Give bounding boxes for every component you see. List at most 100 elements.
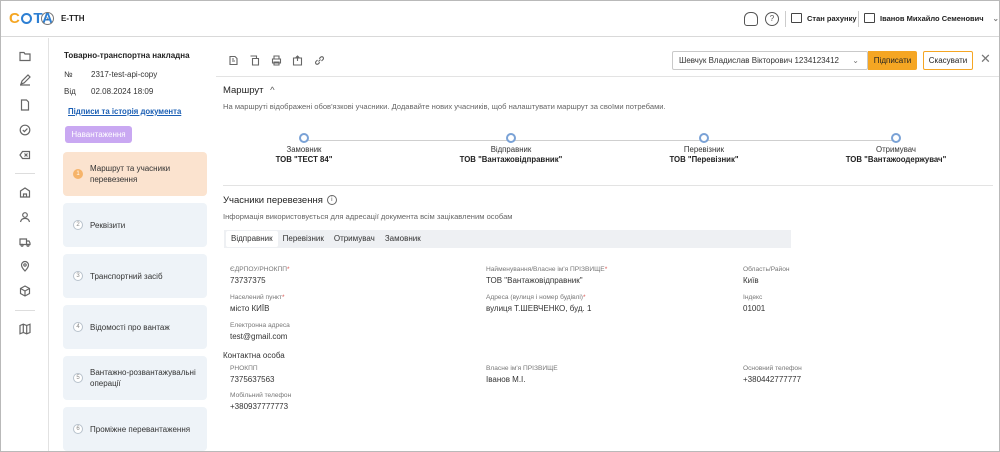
- signer-select[interactable]: Шевчук Владислав Вікторович 1234123412 ⌄: [672, 51, 868, 70]
- main-phone-label: Основний телефон: [743, 365, 802, 372]
- document-icon[interactable]: [19, 99, 31, 111]
- tab-sender[interactable]: Відправник: [226, 231, 278, 247]
- info-icon[interactable]: i: [326, 195, 337, 206]
- chevron-down-icon: ⌄: [992, 13, 999, 23]
- document-number: 2317-test-api-copy: [91, 70, 158, 79]
- account-balance-button[interactable]: Стан рахунку: [791, 13, 857, 23]
- location-pin-icon: [506, 133, 516, 143]
- route-section-header[interactable]: Маршрут ^: [223, 85, 275, 96]
- rnokpp-value: 7375637563: [230, 375, 275, 384]
- route-role: Отримувач: [876, 145, 916, 154]
- contact-name-label: Власне ім'я ПРІЗВИЩЕ: [486, 365, 558, 372]
- tab-carrier[interactable]: Перевізник: [278, 231, 329, 247]
- document-number-key: №: [64, 70, 73, 79]
- step-vehicle[interactable]: 3 Транспортний засіб: [63, 254, 207, 298]
- divider: [858, 11, 859, 27]
- divider: [15, 173, 35, 174]
- route-point-customer[interactable]: Замовник ТОВ "ТЕСТ 84": [224, 133, 384, 165]
- cancel-button[interactable]: Скасувати: [923, 51, 973, 70]
- step-cargo[interactable]: 4 Відомості про вантаж: [63, 305, 207, 349]
- tab-customer[interactable]: Замовник: [380, 231, 426, 247]
- edrpou-label: ЄДРПОУ/РНОКПП*: [230, 266, 290, 273]
- step-route[interactable]: 1 Маршрут та учасники перевезення: [63, 152, 207, 196]
- step-number: 5: [73, 373, 83, 383]
- truck-icon[interactable]: [19, 236, 31, 247]
- route-line: [304, 140, 896, 141]
- sign-button[interactable]: Підписати: [868, 51, 917, 70]
- route-org: ТОВ "ТЕСТ 84": [275, 155, 333, 164]
- export-icon[interactable]: [292, 55, 303, 66]
- index-value: 01001: [743, 304, 766, 313]
- route-point-carrier[interactable]: Перевізник ТОВ "Перевізник": [624, 133, 784, 165]
- map-icon[interactable]: [19, 323, 31, 335]
- app-window: С ТА › Е-ТТН ? Стан рахунку Іванов Михай…: [0, 0, 1000, 452]
- contact-person-title: Контактна особа: [223, 351, 285, 360]
- participants-title: Учасники перевезення: [223, 195, 323, 206]
- delete-tag-icon[interactable]: [19, 149, 31, 160]
- copy-icon[interactable]: [249, 55, 260, 66]
- monitor-icon: [791, 13, 802, 23]
- route-org: ТОВ "Вантажоодержувач": [845, 155, 947, 164]
- chevron-down-icon: ⌄: [852, 56, 859, 65]
- participants-section-header: Учасники перевезення i: [223, 195, 337, 206]
- user-card-icon: [864, 13, 875, 23]
- route-title: Маршрут: [223, 85, 264, 96]
- undo-icon[interactable]: [228, 55, 239, 66]
- route-point-sender[interactable]: Відправник ТОВ "Вантажовідправник": [431, 133, 591, 165]
- city-value: місто КИЇВ: [230, 304, 270, 313]
- step-number: 6: [73, 424, 83, 434]
- edit-icon[interactable]: [19, 74, 31, 86]
- top-bar: С ТА › Е-ТТН ? Стан рахунку Іванов Михай…: [1, 1, 999, 37]
- headset-icon[interactable]: [744, 12, 758, 26]
- question-icon[interactable]: ?: [765, 12, 779, 26]
- step-label: Маршрут та учасники перевезення: [90, 164, 171, 184]
- history-link[interactable]: Підписи та історія документа: [68, 107, 181, 116]
- route-point-receiver[interactable]: Отримувач ТОВ "Вантажоодержувач": [816, 133, 976, 165]
- folder-icon[interactable]: [19, 50, 31, 62]
- location-pin-icon[interactable]: [19, 260, 31, 272]
- address-label: Адреса (вулиця і номер будівлі)*: [486, 294, 586, 301]
- collapse-menu-button[interactable]: ›: [41, 12, 54, 25]
- step-number: 3: [73, 271, 83, 281]
- chevron-up-icon: ^: [270, 85, 275, 96]
- step-label: Реквізити: [90, 220, 126, 230]
- user-name: Іванов Михайло Семенович: [880, 13, 984, 23]
- document-date: 02.08.2024 18:09: [91, 87, 154, 96]
- route-hint: На маршруті відображені обов'язкові учас…: [223, 102, 666, 111]
- region-value: Київ: [743, 276, 759, 285]
- close-icon[interactable]: ✕: [980, 52, 991, 66]
- route-role: Відправник: [490, 145, 532, 154]
- rnokpp-label: РНОКПП: [230, 365, 258, 372]
- account-balance-label: Стан рахунку: [807, 13, 857, 23]
- building-icon[interactable]: [19, 186, 31, 198]
- divider: [785, 11, 786, 27]
- document-title: Товарно-транспортна накладна: [64, 51, 190, 60]
- divider: [15, 310, 35, 311]
- step-requisites[interactable]: 2 Реквізити: [63, 203, 207, 247]
- step-loading-ops[interactable]: 5 Вантажно-розвантажувальні операції: [63, 356, 207, 400]
- route-org: ТОВ "Перевізник": [669, 155, 739, 164]
- divider: [216, 76, 999, 77]
- step-number: 1: [73, 169, 83, 179]
- document-panel: Товарно-транспортна накладна № 2317-test-…: [56, 45, 216, 451]
- print-icon[interactable]: [271, 55, 282, 66]
- user-icon[interactable]: [19, 211, 31, 223]
- tab-receiver[interactable]: Отримувач: [329, 231, 380, 247]
- user-menu[interactable]: Іванов Михайло Семенович ⌄: [864, 13, 999, 23]
- package-icon[interactable]: [19, 285, 31, 297]
- email-label: Електронна адреса: [230, 322, 290, 329]
- divider: [223, 185, 993, 186]
- document-date-row: Від 02.08.2024 18:09: [64, 87, 153, 96]
- email-value: test@gmail.com: [230, 332, 288, 341]
- step-transshipment[interactable]: 6 Проміжне перевантаження: [63, 407, 207, 451]
- link-icon[interactable]: [314, 55, 325, 66]
- step-label: Транспортний засіб: [90, 271, 163, 281]
- location-pin-icon: [699, 133, 709, 143]
- main-content: Шевчук Владислав Вікторович 1234123412 ⌄…: [216, 45, 999, 451]
- step-label: Відомості про вантаж: [90, 322, 170, 332]
- step-label: Проміжне перевантаження: [90, 424, 191, 434]
- contact-name-value: Іванов М.І.: [486, 375, 526, 384]
- mobile-phone-value: +380937777773: [230, 402, 289, 411]
- logo-heart-icon: [21, 13, 33, 24]
- check-circle-icon[interactable]: [19, 124, 31, 136]
